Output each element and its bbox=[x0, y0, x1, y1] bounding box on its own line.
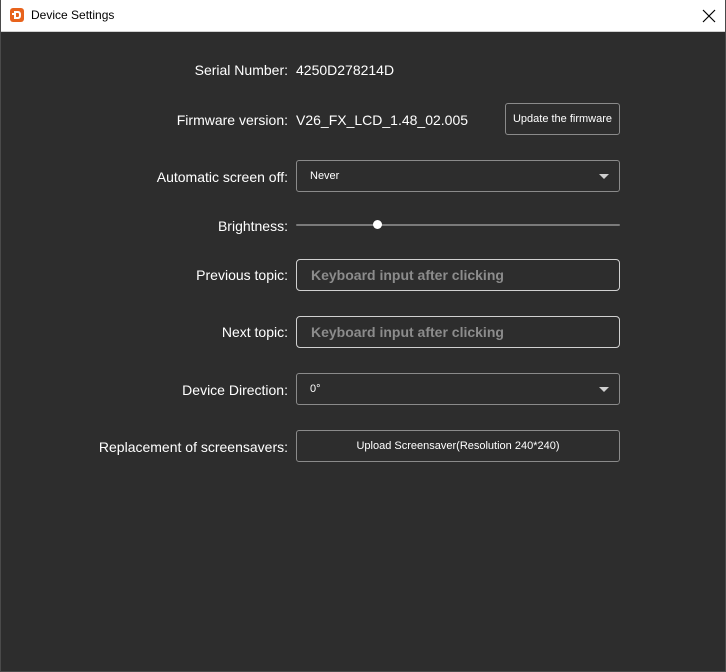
next-topic-placeholder: Keyboard input after clicking bbox=[311, 324, 504, 340]
chevron-down-icon bbox=[599, 174, 609, 179]
upload-screensaver-button[interactable]: Upload Screensaver(Resolution 240*240) bbox=[296, 430, 620, 462]
previous-topic-label: Previous topic: bbox=[196, 267, 288, 283]
close-button[interactable] bbox=[693, 0, 725, 31]
previous-topic-input[interactable]: Keyboard input after clicking bbox=[296, 259, 620, 291]
slider-handle[interactable] bbox=[373, 220, 382, 229]
previous-topic-placeholder: Keyboard input after clicking bbox=[311, 267, 504, 283]
device-direction-value: 0° bbox=[310, 383, 321, 395]
firmware-version-label: Firmware version: bbox=[176, 112, 288, 128]
slider-track bbox=[296, 224, 620, 226]
serial-number-label: Serial Number: bbox=[194, 62, 288, 78]
next-topic-label: Next topic: bbox=[221, 324, 288, 340]
device-direction-label: Device Direction: bbox=[182, 382, 288, 398]
screen-off-select[interactable]: Never bbox=[296, 160, 620, 192]
window-title: Device Settings bbox=[31, 8, 115, 22]
device-settings-window: Device Settings Serial Number: 4250D2782… bbox=[0, 0, 726, 672]
title-bar: Device Settings bbox=[1, 0, 725, 32]
screen-off-value: Never bbox=[310, 170, 340, 182]
screensaver-label: Replacement of screensavers: bbox=[98, 439, 288, 455]
next-topic-input[interactable]: Keyboard input after clicking bbox=[296, 316, 620, 348]
app-logo-icon bbox=[9, 7, 25, 23]
brightness-label: Brightness: bbox=[217, 218, 288, 234]
close-icon bbox=[702, 9, 716, 23]
device-direction-select[interactable]: 0° bbox=[296, 373, 620, 405]
chevron-down-icon bbox=[599, 387, 609, 392]
brightness-slider[interactable] bbox=[296, 220, 620, 229]
serial-number-value: 4250D278214D bbox=[296, 62, 395, 78]
screen-off-label: Automatic screen off: bbox=[156, 169, 288, 185]
firmware-version-value: V26_FX_LCD_1.48_02.005 bbox=[296, 112, 469, 128]
update-firmware-button[interactable]: Update the firmware bbox=[505, 103, 620, 135]
